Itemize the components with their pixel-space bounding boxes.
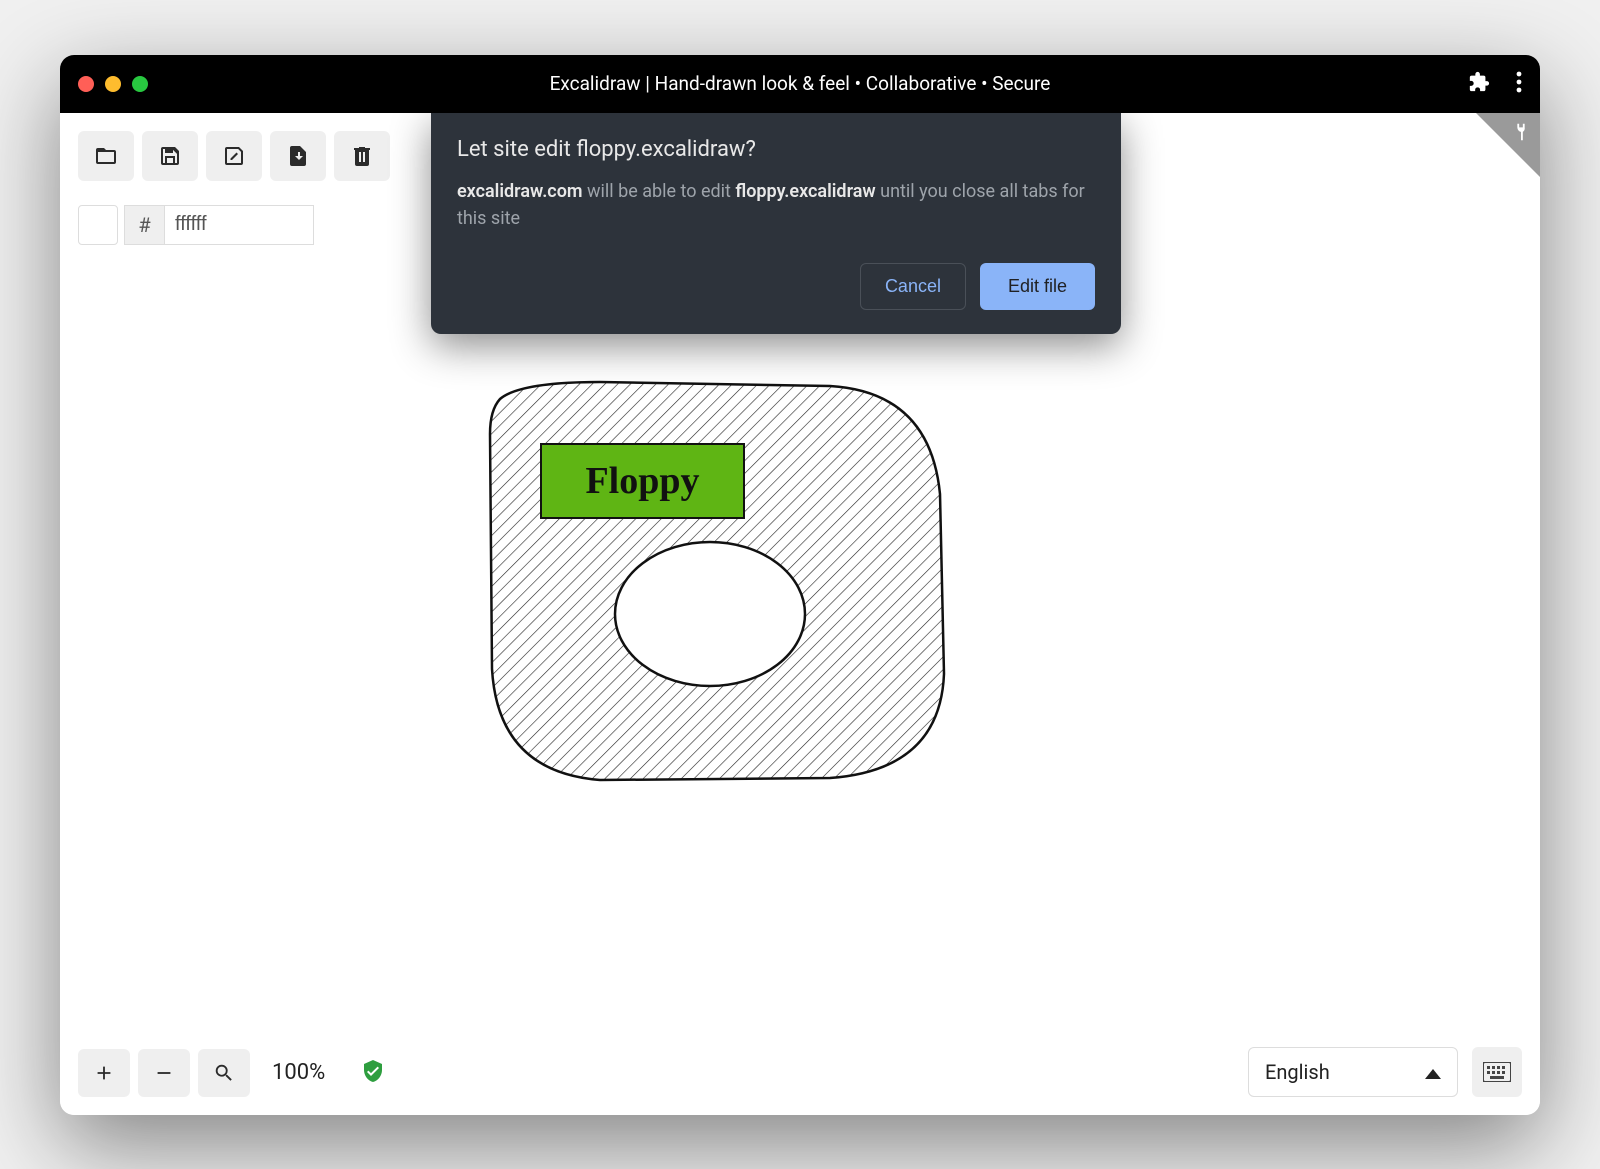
chevron-up-icon	[1425, 1060, 1441, 1084]
color-hex-input[interactable]	[164, 205, 314, 245]
close-window-button[interactable]	[78, 76, 94, 92]
export-button[interactable]	[270, 131, 326, 181]
browser-menu-icon[interactable]	[1516, 71, 1522, 97]
language-select[interactable]: English	[1248, 1047, 1458, 1097]
plug-icon[interactable]	[1510, 121, 1532, 147]
traffic-lights	[78, 76, 148, 92]
save-button[interactable]	[142, 131, 198, 181]
dialog-title: Let site edit floppy.excalidraw?	[457, 137, 1095, 162]
cancel-button[interactable]: Cancel	[860, 263, 966, 310]
open-button[interactable]	[78, 131, 134, 181]
dialog-site: excalidraw.com	[457, 181, 583, 202]
keyboard-shortcuts-button[interactable]	[1472, 1047, 1522, 1097]
zoom-controls: 100%	[78, 1049, 385, 1097]
shield-icon[interactable]	[361, 1059, 385, 1087]
dialog-body: excalidraw.com will be able to edit flop…	[457, 178, 1095, 234]
titlebar: Excalidraw | Hand-drawn look & feel • Co…	[60, 55, 1540, 113]
footer-right: English	[1248, 1047, 1522, 1097]
clear-button[interactable]	[334, 131, 390, 181]
zoom-in-button[interactable]	[78, 1049, 130, 1097]
hash-label: #	[124, 205, 164, 245]
app-area: # Let site edit floppy.excalidraw? excal…	[60, 113, 1540, 1115]
permission-dialog: Let site edit floppy.excalidraw? excalid…	[431, 113, 1121, 335]
background-color-control: #	[78, 205, 314, 245]
toolbar	[78, 131, 390, 181]
extensions-icon[interactable]	[1468, 71, 1490, 97]
dialog-file: floppy.excalidraw	[735, 181, 875, 202]
window-title: Excalidraw | Hand-drawn look & feel • Co…	[550, 72, 1051, 95]
color-swatch[interactable]	[78, 205, 118, 245]
edit-file-button[interactable]: Edit file	[980, 263, 1095, 310]
zoom-out-button[interactable]	[138, 1049, 190, 1097]
save-as-button[interactable]	[206, 131, 262, 181]
language-label: English	[1265, 1060, 1330, 1084]
zoom-reset-button[interactable]	[198, 1049, 250, 1097]
floppy-label[interactable]: Floppy	[540, 443, 745, 519]
maximize-window-button[interactable]	[132, 76, 148, 92]
browser-window: Excalidraw | Hand-drawn look & feel • Co…	[60, 55, 1540, 1115]
minimize-window-button[interactable]	[105, 76, 121, 92]
zoom-level[interactable]: 100%	[258, 1060, 339, 1085]
